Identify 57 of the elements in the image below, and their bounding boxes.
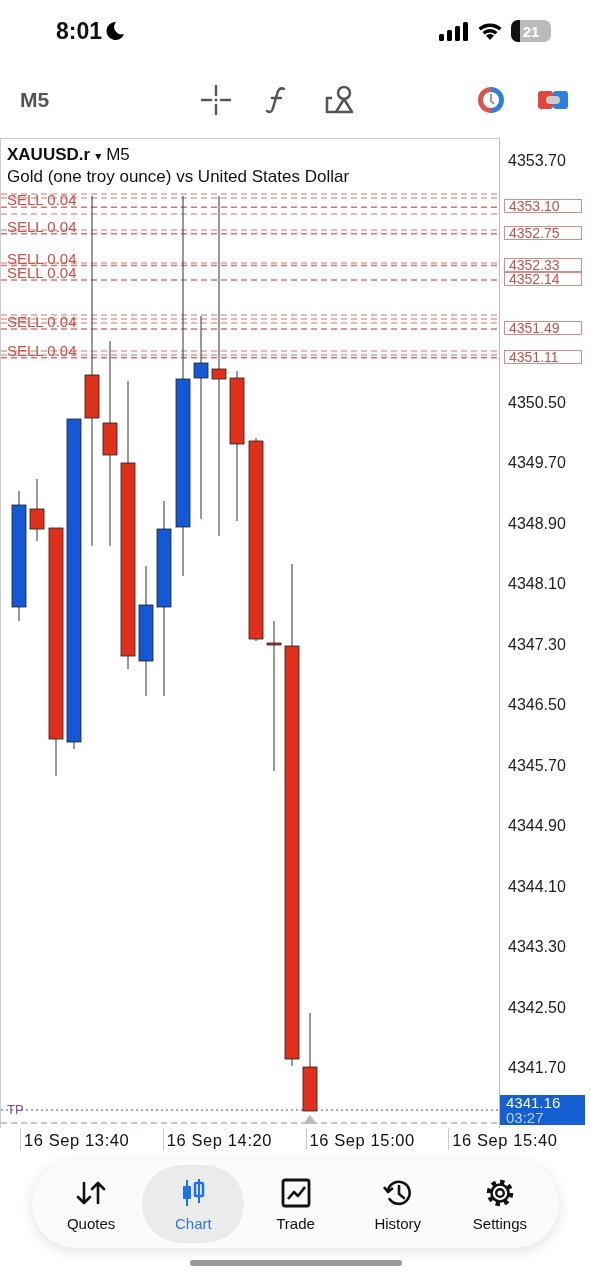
price-label: 4349.70 — [508, 453, 566, 474]
price-label: 4344.10 — [508, 876, 566, 897]
nav-tab[interactable]: Trade — [244, 1165, 347, 1243]
order-price-tag: 4351.49 — [504, 321, 582, 336]
price-label: 4348.90 — [508, 513, 566, 534]
price-label: 4347.30 — [508, 634, 566, 655]
order-price-tag: 4352.75 — [504, 225, 582, 240]
shapes-icon[interactable] — [324, 84, 356, 116]
price-label: 4353.70 — [508, 151, 566, 171]
order-label: SELL 0.04 — [7, 315, 77, 329]
triangle-marker-icon — [303, 1115, 317, 1124]
price-label: 4344.90 — [508, 816, 566, 837]
price-label: 4342.50 — [508, 997, 566, 1018]
moon-icon — [105, 21, 126, 41]
nav-tab[interactable]: Settings — [448, 1165, 551, 1243]
price-label: 4348.10 — [508, 574, 566, 595]
nav-label: History — [374, 1214, 422, 1232]
price-label: 4350.50 — [508, 392, 566, 413]
time-label: 16 Sep 13:40 — [24, 1131, 130, 1150]
time-label: 16 Sep 15:00 — [309, 1131, 415, 1150]
order-label: SELL 0.04 — [7, 193, 77, 207]
nav-tab[interactable]: Quotes — [40, 1165, 143, 1243]
symbol-description: Gold (one troy ounce) vs United States Dollar — [7, 167, 350, 187]
signal-icon — [439, 21, 469, 41]
order-label: SELL 0.04 — [7, 251, 77, 265]
candle — [29, 478, 45, 542]
timeframe-button[interactable]: M5 — [20, 88, 200, 112]
nav-label: Trade — [276, 1214, 315, 1232]
time-label: 16 Sep 14:20 — [166, 1131, 273, 1150]
battery-percent: 21 — [522, 22, 540, 40]
time-label: 16 Sep 15:40 — [452, 1131, 558, 1150]
order-label: SELL 0.04 — [7, 343, 77, 357]
take-profit-label: TP — [7, 1104, 24, 1116]
nav-tab[interactable]: History — [346, 1165, 449, 1243]
nav-label: Chart — [174, 1214, 212, 1232]
order-label: SELL 0.04 — [7, 265, 77, 279]
dropdown-icon[interactable]: ▾ — [95, 149, 102, 163]
bar-countdown: 03:27 — [506, 1110, 545, 1125]
clock-time: 8:01 — [56, 17, 103, 45]
price-label: 4341.70 — [508, 1058, 566, 1079]
wifi-icon — [477, 21, 503, 41]
line-chart-icon — [279, 1176, 312, 1209]
order-price-tag: 4351.11 — [504, 349, 582, 364]
nav-tab[interactable]: Chart — [142, 1165, 245, 1243]
nav-label: Quotes — [66, 1214, 116, 1232]
order-label: SELL 0.04 — [7, 219, 77, 233]
price-label: 4345.70 — [508, 755, 566, 776]
price-label: 4346.50 — [508, 695, 566, 716]
symbol-name[interactable]: XAUUSD.r — [7, 145, 91, 165]
nav-label: Settings — [472, 1214, 527, 1232]
order-price-tag: 4352.33 — [504, 257, 582, 272]
price-label: 4343.30 — [508, 937, 566, 958]
chart-timeframe: M5 — [106, 145, 130, 165]
order-price-tag: 4353.10 — [504, 199, 582, 214]
trade-signal-icon[interactable] — [475, 84, 507, 116]
current-price: 4341.16 — [506, 1095, 562, 1110]
crosshair-icon[interactable] — [200, 84, 232, 116]
